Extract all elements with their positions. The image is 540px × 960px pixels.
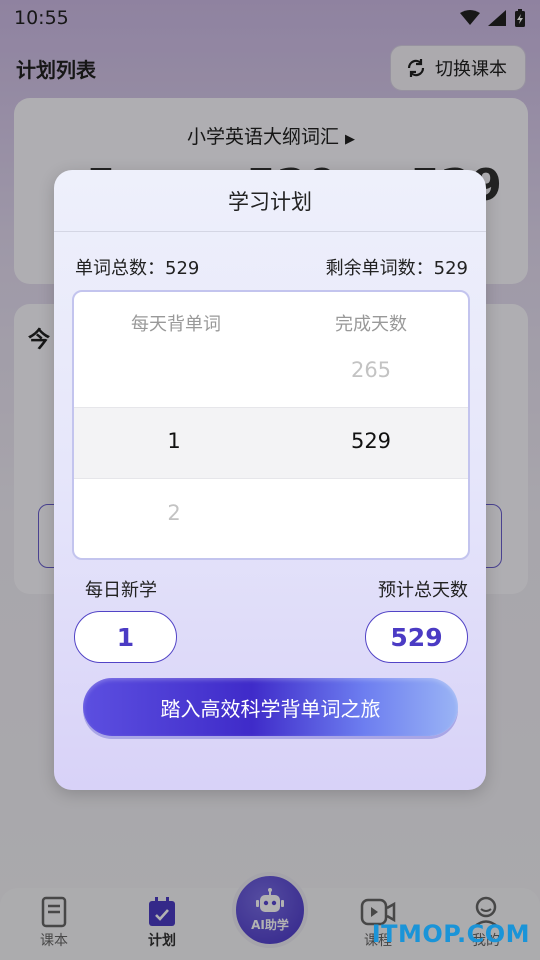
modal-divider — [54, 231, 486, 232]
picker-option-days-selected[interactable]: 529 — [271, 429, 468, 453]
study-plan-modal: 学习计划 单词总数：529 剩余单词数：529 每天背单词 完成天数 265 1… — [54, 170, 486, 790]
start-journey-button[interactable]: 踏入高效科学背单词之旅 — [83, 678, 458, 736]
estimated-days-value: 529 — [365, 611, 468, 663]
plan-picker[interactable]: 每天背单词 完成天数 265 1 529 2 — [72, 290, 470, 560]
picker-header-days: 完成天数 — [335, 314, 407, 335]
estimated-days-label: 预计总天数 — [378, 580, 468, 601]
picker-option-daily-selected[interactable]: 1 — [74, 429, 274, 453]
picker-option-days-prev[interactable]: 265 — [271, 358, 468, 382]
total-words-text: 单词总数：529 — [75, 258, 200, 279]
picker-header-daily-words: 每天背单词 — [131, 314, 221, 335]
start-journey-label: 踏入高效科学背单词之旅 — [160, 696, 381, 721]
daily-new-label: 每日新学 — [85, 580, 157, 601]
picker-option-daily-next[interactable]: 2 — [74, 501, 274, 525]
remaining-words-text: 剩余单词数：529 — [325, 258, 468, 279]
watermark-text: ITMOP.COM — [371, 920, 530, 948]
daily-new-value: 1 — [74, 611, 177, 663]
modal-title: 学习计划 — [228, 190, 312, 214]
